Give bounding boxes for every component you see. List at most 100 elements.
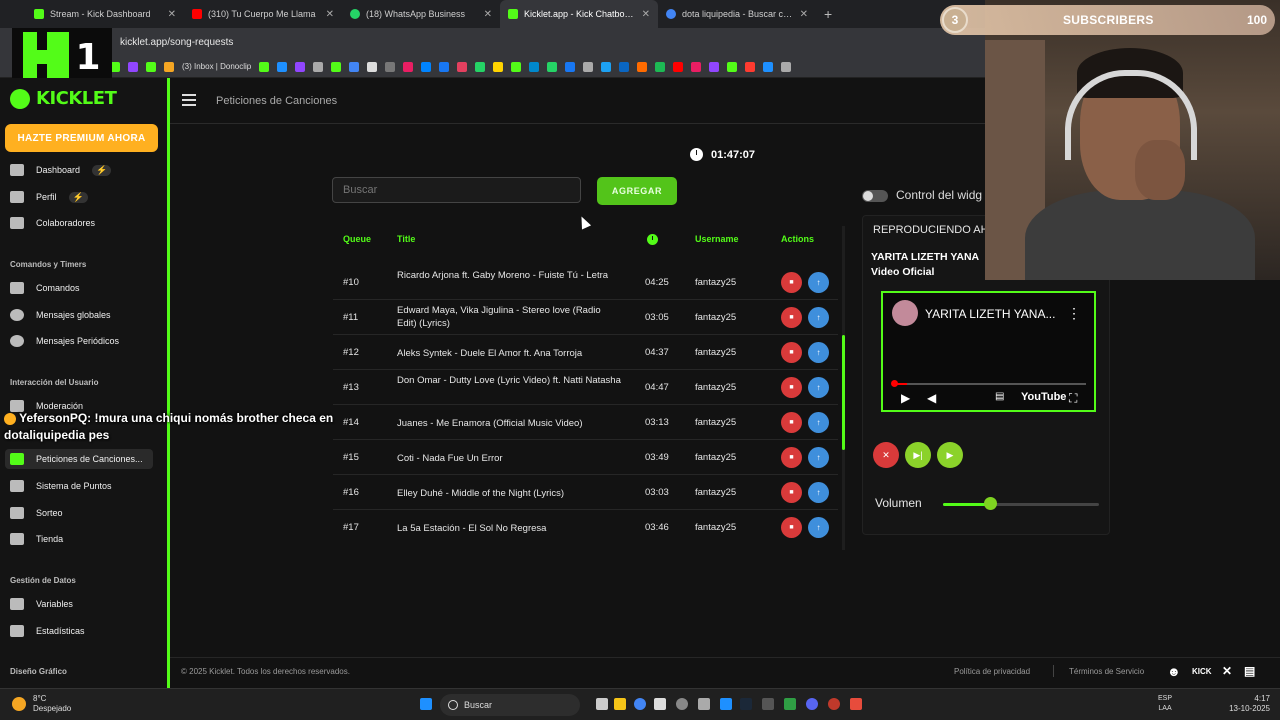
skip-button[interactable]: ▶| [905,442,931,468]
youtube-logo[interactable]: YouTube [1021,391,1066,403]
app-icon[interactable] [698,698,710,710]
app-icon[interactable] [784,698,796,710]
sidebar-item-sorteo[interactable]: Sorteo [10,503,158,523]
steam-icon[interactable] [740,698,752,710]
move-up-button[interactable]: ↑ [808,517,829,538]
bookmark-icon[interactable] [781,61,792,72]
bookmark-icon[interactable] [475,61,486,72]
app-icon[interactable] [850,698,862,710]
bookmark-icon[interactable] [295,61,306,72]
delete-button[interactable]: ■ [781,342,802,363]
privacy-link[interactable]: Política de privacidad [954,667,1030,676]
sidebar-item-tienda[interactable]: Tienda [10,529,158,549]
new-tab-button[interactable]: + [816,6,840,22]
bookmark-icon[interactable] [565,61,576,72]
windows-start-icon[interactable] [420,698,432,710]
bookmark-icon[interactable] [439,61,450,72]
move-up-button[interactable]: ↑ [808,447,829,468]
move-up-button[interactable]: ↑ [808,307,829,328]
move-up-button[interactable]: ↑ [808,342,829,363]
video-title[interactable]: YARITA LIZETH YANA... [925,307,1055,321]
move-up-button[interactable]: ↑ [808,482,829,503]
close-icon[interactable]: ✕ [642,9,650,20]
video-progress-bar[interactable] [893,383,1086,385]
app-icon[interactable] [654,698,666,710]
bookmark-icon[interactable] [277,61,288,72]
close-icon[interactable]: ✕ [800,9,808,20]
bookmark-icon[interactable] [349,61,360,72]
menu-toggle-icon[interactable] [182,94,196,106]
bookmark-icon[interactable] [493,61,504,72]
close-icon[interactable]: ✕ [168,9,176,20]
play-button[interactable]: ▶ [937,442,963,468]
column-queue[interactable]: Queue [343,234,371,244]
bookmark-icon[interactable] [367,61,378,72]
sidebar-item-variables[interactable]: Variables [10,594,158,614]
weather-widget[interactable]: 8°C Despejado [12,694,71,714]
move-up-button[interactable]: ↑ [808,412,829,433]
bookmark-icon[interactable] [673,61,684,72]
bookmark-icon[interactable] [128,61,138,72]
bookmark-icon[interactable] [709,61,720,72]
tab-youtube[interactable]: (310) Tu Cuerpo Me Llama ✕ [184,0,342,28]
edge-icon[interactable] [720,698,732,710]
file-explorer-icon[interactable] [614,698,626,710]
bookmark-donoclip[interactable]: (3) Inbox | Donoclip [182,62,251,71]
sidebar-item-colaboradores[interactable]: Colaboradores [10,213,158,233]
sidebar-item-dashboard[interactable]: Dashboard ⚡ [10,160,158,180]
bookmark-icon[interactable] [529,61,540,72]
app-icon[interactable] [762,698,774,710]
obs-icon[interactable] [828,698,840,710]
tab-google[interactable]: dota liquipedia - Buscar con G ✕ [658,0,816,28]
document-icon[interactable]: ▤ [1244,664,1262,680]
sidebar-item-estadisticas[interactable]: Estadísticas [10,621,158,641]
youtube-embed[interactable]: YARITA LIZETH YANA... ⋮ ▶ ◀ ▤ YouTube ⛶ [881,291,1096,412]
scrollbar-thumb[interactable] [842,335,845,450]
bookmark-icon[interactable] [259,61,270,72]
bookmark-icon[interactable] [691,61,702,72]
move-up-button[interactable]: ↑ [808,272,829,293]
sidebar-item-puntos[interactable]: Sistema de Puntos [10,476,158,496]
bookmark-icon[interactable] [637,61,648,72]
add-song-button[interactable]: AGREGAR [597,177,677,205]
bookmark-icon[interactable] [385,61,396,72]
bookmark-icon[interactable] [583,61,594,72]
premium-button[interactable]: HAZTE PREMIUM AHORA [5,124,158,152]
bookmark-icon[interactable] [146,61,156,72]
volume-icon[interactable]: ◀ [927,391,936,405]
discord-icon[interactable]: ☻ [1167,664,1185,680]
bookmark-icon[interactable] [745,61,756,72]
delete-button[interactable]: ■ [781,517,802,538]
language-indicator[interactable]: ESP LAA [1158,694,1172,714]
column-username[interactable]: Username [695,234,739,244]
volume-handle[interactable] [983,497,997,510]
bookmark-icon[interactable] [619,61,630,72]
sidebar-item-comandos[interactable]: Comandos [10,278,158,298]
settings-icon[interactable] [676,698,688,710]
kick-link[interactable]: KICK [1192,667,1212,683]
stop-button[interactable]: ✕ [873,442,899,468]
sidebar-item-mensajes-globales[interactable]: Mensajes globales [10,305,158,325]
bookmark-icon[interactable] [403,61,414,72]
sidebar-item-mensajes-periodicos[interactable]: Mensajes Periódicos [10,331,158,351]
bookmark-icon[interactable] [164,61,174,72]
bookmark-icon[interactable] [457,61,468,72]
taskbar-search[interactable]: Buscar [440,694,580,716]
bookmark-icon[interactable] [763,61,774,72]
play-icon[interactable]: ▶ [901,391,910,405]
delete-button[interactable]: ■ [781,482,802,503]
x-twitter-icon[interactable]: ✕ [1222,664,1240,680]
search-input[interactable] [332,177,581,203]
bookmark-icon[interactable] [655,61,666,72]
delete-button[interactable]: ■ [781,377,802,398]
tab-kick-dashboard[interactable]: Stream - Kick Dashboard ✕ [26,0,184,28]
brand-logo[interactable]: KICKLET [10,88,117,109]
close-icon[interactable]: ✕ [484,9,492,20]
more-options-icon[interactable]: ⋮ [1067,305,1081,322]
close-icon[interactable]: ✕ [326,9,334,20]
bookmark-icon[interactable] [511,61,522,72]
delete-button[interactable]: ■ [781,272,802,293]
delete-button[interactable]: ■ [781,412,802,433]
discord-icon[interactable] [806,698,818,710]
system-clock[interactable]: 4:17 13-10-2025 [1229,694,1270,714]
